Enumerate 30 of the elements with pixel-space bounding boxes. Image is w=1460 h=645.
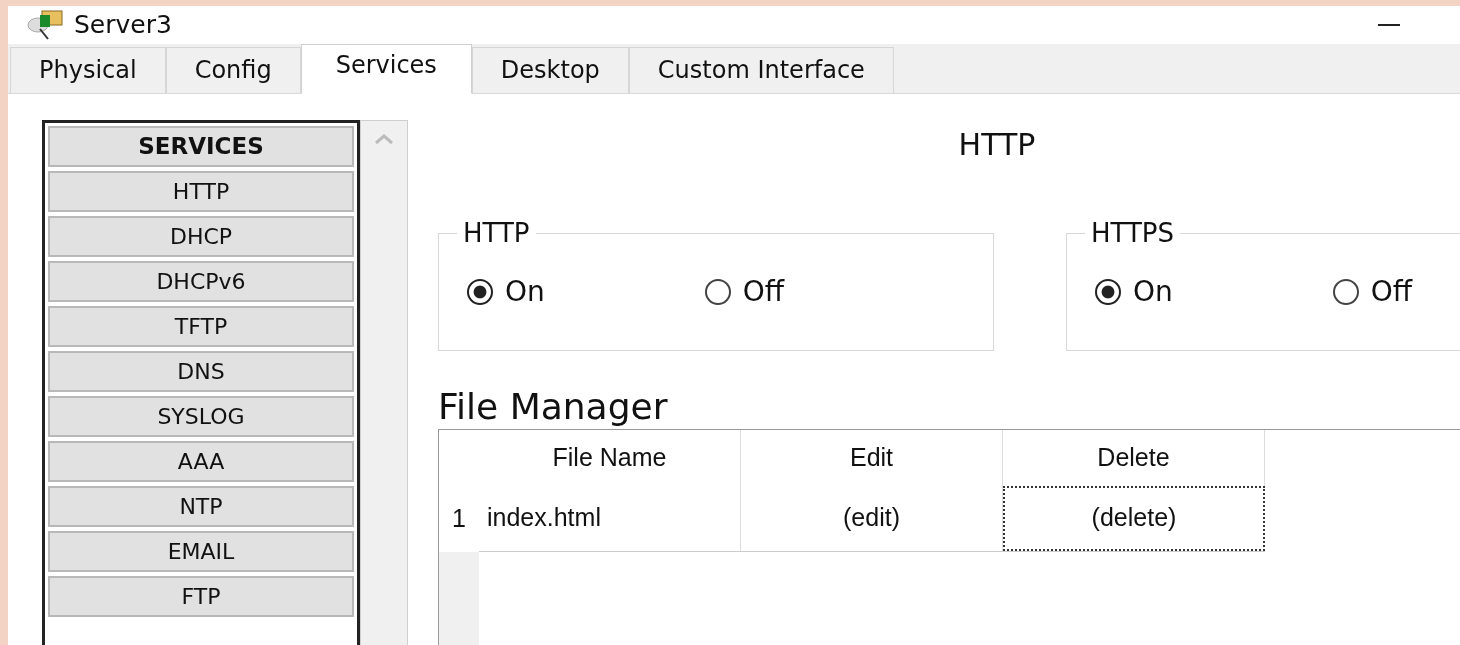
service-item[interactable]: EMAIL <box>48 530 354 572</box>
service-item[interactable]: NTP <box>48 485 354 527</box>
service-item[interactable]: DHCP <box>48 215 354 257</box>
table-cell[interactable]: (edit) <box>741 485 1003 551</box>
radio-button[interactable]: On <box>1095 270 1173 313</box>
row-number: 1 <box>439 485 479 552</box>
column-header[interactable]: Edit <box>741 429 1003 486</box>
service-item[interactable]: FTP <box>48 575 354 617</box>
list-header: SERVICES <box>48 125 354 167</box>
tab[interactable]: Custom Interface <box>628 46 894 93</box>
radio-button[interactable]: Off <box>1332 270 1413 313</box>
service-item[interactable]: TFTP <box>48 305 354 347</box>
column-header[interactable]: Delete <box>1003 429 1265 486</box>
service-item[interactable]: AAA <box>48 440 354 482</box>
tab[interactable]: Desktop <box>471 46 629 93</box>
tab[interactable]: Config <box>165 46 301 93</box>
radio-button[interactable]: Off <box>704 270 785 313</box>
service-item[interactable]: SYSLOG <box>48 395 354 437</box>
radio-button[interactable]: On <box>467 270 545 313</box>
service-item[interactable]: HTTP <box>48 170 354 212</box>
table-cell[interactable]: (delete) <box>1003 485 1265 551</box>
table-cell: index.html <box>479 485 741 551</box>
panel-title: HTTP <box>958 125 1036 164</box>
tab[interactable]: Physical <box>10 46 166 93</box>
service-item[interactable]: DNS <box>48 350 354 392</box>
window-title: Server3 <box>74 9 172 41</box>
column-header[interactable]: File Name <box>479 429 741 486</box>
service-item[interactable]: DHCPv6 <box>48 260 354 302</box>
tab[interactable]: Services <box>300 43 472 94</box>
section-title: File Manager <box>438 386 669 427</box>
